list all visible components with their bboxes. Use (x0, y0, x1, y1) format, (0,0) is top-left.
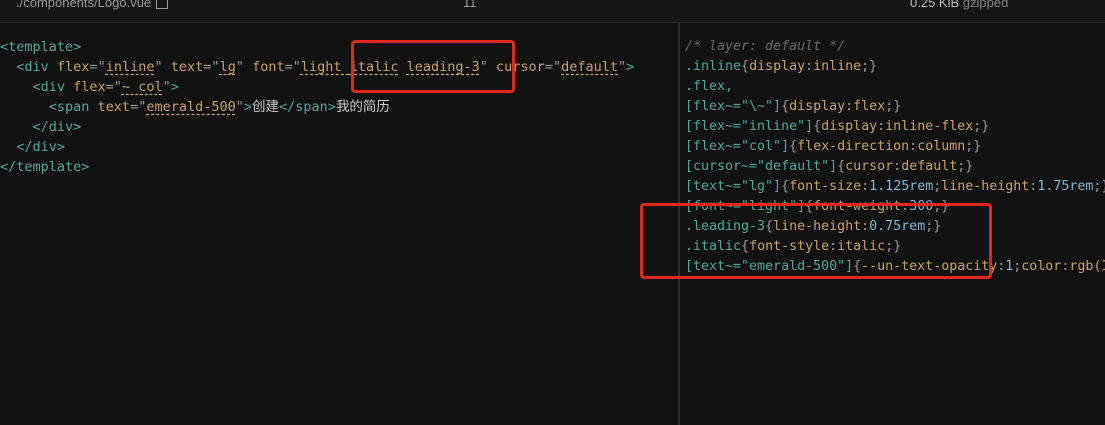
code-line-3: <div flex="~ col"> (0, 79, 179, 95)
code-line-2: <div flex="inline" text="lg" font="light… (0, 59, 635, 75)
code-line-4: <span text="emerald-500">创建</span>我的简历 (0, 99, 390, 115)
external-link-icon[interactable] (156, 0, 169, 9)
code-line-5: </div> (0, 119, 82, 135)
file-path[interactable]: ./components/Logo.vue (16, 0, 169, 10)
code-line-7: </template> (0, 159, 90, 175)
css-line-8: [text~="lg"]{font-size:1.125rem;line-hei… (685, 179, 1105, 194)
file-size: 0.25 KiB gzipped (910, 0, 1009, 10)
css-line-7: [cursor~="default"]{cursor:default;} (685, 159, 974, 174)
template-source-pane[interactable]: <template> <div flex="inline" text="lg" … (0, 23, 678, 425)
file-header-bar: ./components/Logo.vue 11 0.25 KiB gzippe… (0, 0, 1105, 22)
css-line-4: [flex~="\~"]{display:flex;} (685, 99, 902, 114)
code-line-6: </div> (0, 139, 66, 155)
code-line-1: <template> (0, 39, 82, 55)
highlight-box-template (351, 40, 515, 93)
css-line-5: [flex~="inline"]{display:inline-flex;} (685, 119, 990, 134)
css-line-1: /* layer: default */ (685, 39, 846, 54)
line-count: 11 (463, 0, 477, 10)
css-line-3: .flex, (685, 79, 734, 94)
css-line-6: [flex~="col"]{flex-direction:column;} (685, 139, 982, 154)
highlight-box-css (640, 203, 992, 279)
css-line-2: .inline{display:inline;} (685, 59, 878, 74)
